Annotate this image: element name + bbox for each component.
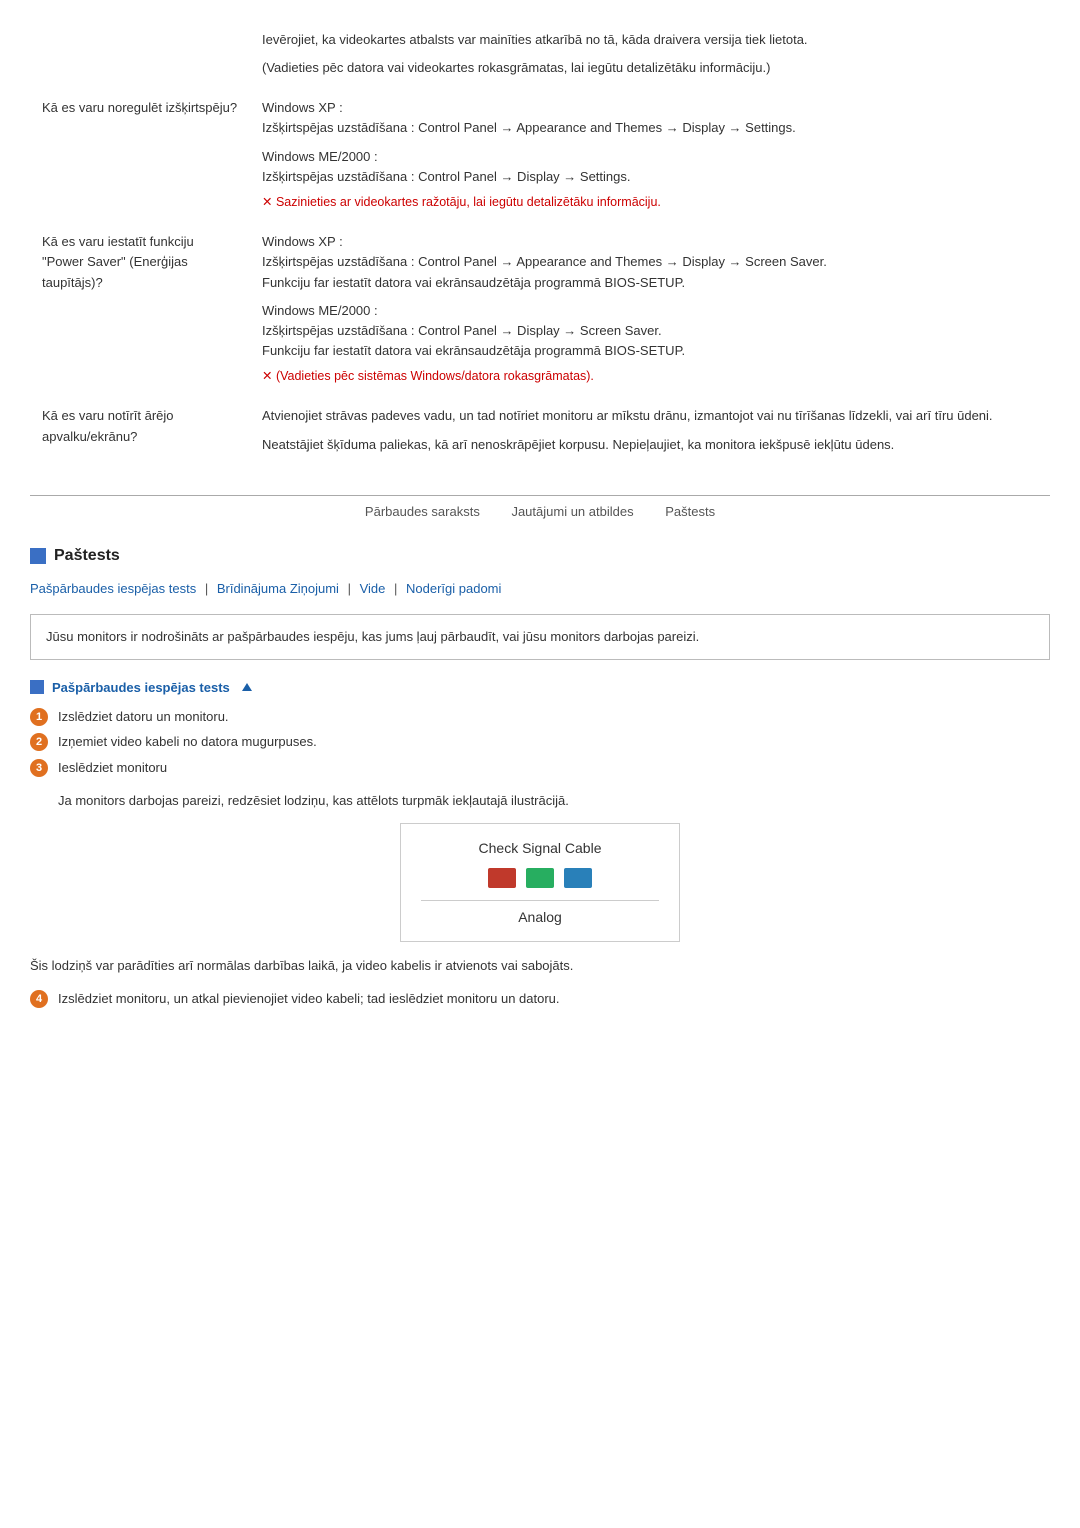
faq-row-intro: Ievērojiet, ka videokartes atbalsts var … bbox=[30, 20, 1050, 88]
nav-item-parbaud[interactable]: Pārbaudes saraksts bbox=[365, 504, 480, 519]
faq-answer-2-p2: Windows ME/2000 : Izšķirtspējas uzstādīš… bbox=[262, 301, 1038, 361]
nav-item-jautajumi[interactable]: Jautājumi un atbildes bbox=[511, 504, 633, 519]
faq-answer-1-p2: Windows ME/2000 : Izšķirtspējas uzstādīš… bbox=[262, 147, 1038, 187]
faq-row-2: Kā es varu iestatīt funkciju "Power Save… bbox=[30, 222, 1050, 396]
faq-question-1: Kā es varu noregulēt izšķirtspēju? bbox=[30, 88, 250, 222]
faq-row-3: Kā es varu notīrīt ārējo apvalku/ekrānu?… bbox=[30, 396, 1050, 464]
signal-box-analog: Analog bbox=[421, 900, 659, 925]
faq-note-2: (Vadieties pēc sistēmas Windows/datora r… bbox=[262, 367, 1038, 386]
sub-link-sep-1: | bbox=[205, 581, 212, 596]
faq-note-1: Sazinieties ar videokartes ražotāju, lai… bbox=[262, 193, 1038, 212]
dot-blue bbox=[564, 868, 592, 888]
bottom-note: Šis lodziņš var parādīties arī normālas … bbox=[30, 956, 1050, 976]
faq-table: Ievērojiet, ka videokartes atbalsts var … bbox=[30, 20, 1050, 465]
faq-question-3: Kā es varu notīrīt ārējo apvalku/ekrānu? bbox=[30, 396, 250, 464]
dot-red bbox=[488, 868, 516, 888]
faq-answer-1-p1: Windows XP : Izšķirtspējas uzstādīšana :… bbox=[262, 98, 1038, 138]
faq-row-1: Kā es varu noregulēt izšķirtspēju? Windo… bbox=[30, 88, 1050, 222]
nav-item-pastests[interactable]: Paštests bbox=[665, 504, 715, 519]
step-2-badge: 2 bbox=[30, 733, 48, 751]
sub-link-4[interactable]: Noderīgi padomi bbox=[406, 581, 501, 596]
step-2: 2 Izņemiet video kabeli no datora mugurp… bbox=[30, 732, 1050, 752]
step-1-badge: 1 bbox=[30, 708, 48, 726]
signal-cable-box: Check Signal Cable Analog bbox=[400, 823, 680, 942]
step-3: 3 Ieslēdziet monitoru bbox=[30, 758, 1050, 778]
faq-question-0 bbox=[30, 20, 250, 88]
faq-answer-1: Windows XP : Izšķirtspējas uzstādīšana :… bbox=[250, 88, 1050, 222]
section-title: Paštests bbox=[54, 547, 120, 565]
section-header: Paštests bbox=[30, 547, 1050, 565]
sub-link-sep-2: | bbox=[348, 581, 355, 596]
sub-link-1[interactable]: Pašpārbaudes iespējas tests bbox=[30, 581, 196, 596]
sub-link-3[interactable]: Vide bbox=[360, 581, 386, 596]
step-3-text: Ieslēdziet monitoru bbox=[58, 758, 167, 778]
triangle-up-icon bbox=[242, 683, 252, 691]
step-1: 1 Izslēdziet datoru un monitoru. bbox=[30, 707, 1050, 727]
signal-box-title: Check Signal Cable bbox=[421, 840, 659, 856]
sub-section-header: Pašpārbaudes iespējas tests bbox=[30, 680, 1050, 695]
sub-links: Pašpārbaudes iespējas tests | Brīdinājum… bbox=[30, 581, 1050, 596]
step-4-text: Izslēdziet monitoru, un atkal pievienoji… bbox=[58, 989, 560, 1009]
dot-green bbox=[526, 868, 554, 888]
sub-section-icon bbox=[30, 680, 44, 694]
step-3-badge: 3 bbox=[30, 759, 48, 777]
sub-section-title: Pašpārbaudes iespējas tests bbox=[52, 680, 230, 695]
step-4-badge: 4 bbox=[30, 990, 48, 1008]
sub-link-sep-3: | bbox=[394, 581, 401, 596]
step-2-text: Izņemiet video kabeli no datora mugurpus… bbox=[58, 732, 317, 752]
faq-answer-0-p2: (Vadieties pēc datora vai videokartes ro… bbox=[262, 58, 1038, 78]
nav-bar: Pārbaudes saraksts Jautājumi un atbildes… bbox=[30, 495, 1050, 519]
pastests-section: Paštests Pašpārbaudes iespējas tests | B… bbox=[30, 547, 1050, 1009]
signal-dots bbox=[421, 868, 659, 888]
faq-answer-3: Atvienojiet strāvas padeves vadu, un tad… bbox=[250, 396, 1050, 464]
info-box-text: Jūsu monitors ir nodrošināts ar pašpārba… bbox=[46, 629, 699, 644]
faq-question-2: Kā es varu iestatīt funkciju "Power Save… bbox=[30, 222, 250, 396]
section-icon bbox=[30, 548, 46, 564]
faq-answer-3-p1: Atvienojiet strāvas padeves vadu, un tad… bbox=[262, 406, 1038, 426]
info-box: Jūsu monitors ir nodrošināts ar pašpārba… bbox=[30, 614, 1050, 660]
faq-answer-0: Ievērojiet, ka videokartes atbalsts var … bbox=[250, 20, 1050, 88]
faq-answer-2-p1: Windows XP : Izšķirtspējas uzstādīšana :… bbox=[262, 232, 1038, 292]
sub-link-2[interactable]: Brīdinājuma Ziņojumi bbox=[217, 581, 339, 596]
step4-list: 4 Izslēdziet monitoru, un atkal pievieno… bbox=[30, 989, 1050, 1009]
step3-subtext: Ja monitors darbojas pareizi, redzēsiet … bbox=[58, 791, 1050, 811]
faq-answer-3-p2: Neatstājiet šķīduma paliekas, kā arī nen… bbox=[262, 435, 1038, 455]
step-4: 4 Izslēdziet monitoru, un atkal pievieno… bbox=[30, 989, 1050, 1009]
steps-list: 1 Izslēdziet datoru un monitoru. 2 Izņem… bbox=[30, 707, 1050, 778]
faq-answer-0-p1: Ievērojiet, ka videokartes atbalsts var … bbox=[262, 30, 1038, 50]
step-1-text: Izslēdziet datoru un monitoru. bbox=[58, 707, 229, 727]
faq-answer-2: Windows XP : Izšķirtspējas uzstādīšana :… bbox=[250, 222, 1050, 396]
